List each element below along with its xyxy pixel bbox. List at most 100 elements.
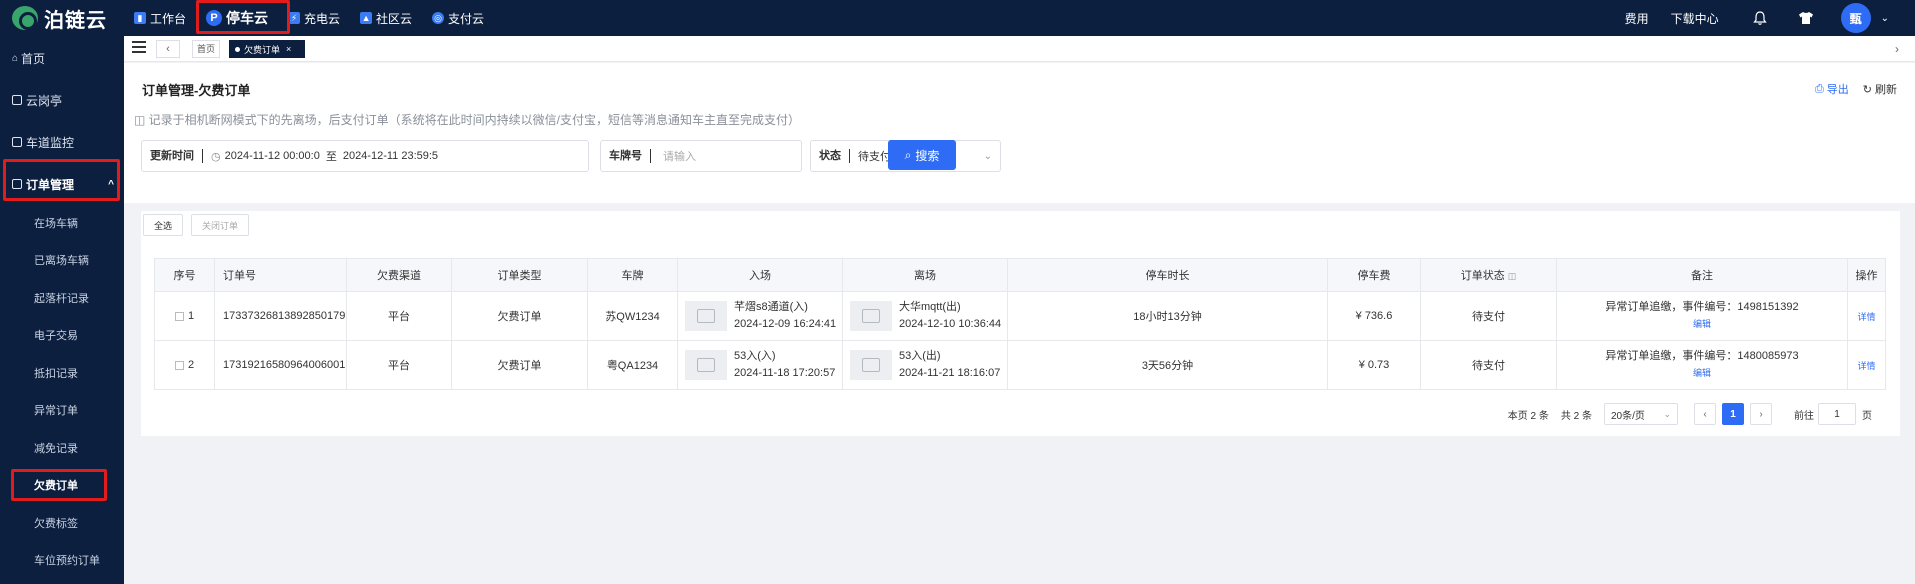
description-text: 记录于相机断网模式下的先离场，后支付订单（系统将在此时间内持续以微信/支付宝，短… — [148, 113, 801, 127]
goto-page-input[interactable]: 1 — [1818, 403, 1856, 425]
plate-input[interactable]: 请输入 — [651, 148, 696, 164]
bell-icon[interactable] — [1749, 7, 1771, 29]
channel-cell: 平台 — [346, 291, 452, 341]
column-header: 欠费渠道 — [346, 258, 452, 292]
remark-cell: 异常订单追缴，事件编号：1480085973 编辑 — [1556, 340, 1848, 390]
topnav-label: 工作台 — [150, 11, 187, 26]
prev-page-button[interactable]: ‹ — [1694, 403, 1716, 425]
payment-icon: ◎ — [432, 12, 445, 24]
export-label: 导出 — [1826, 84, 1849, 96]
brand-logo[interactable]: 泊链云 — [0, 0, 124, 36]
refresh-label: 刷新 — [1875, 84, 1897, 96]
sidebar-sub-item[interactable]: 抵扣记录 — [0, 362, 124, 384]
tab-arrears-order[interactable]: 欠费订单 × — [229, 40, 305, 58]
topnav-item-community[interactable]: ▲ 社区云 — [350, 0, 422, 36]
chevron-down-icon: ⌄ — [1663, 408, 1671, 419]
sidebar-sub-label: 抵扣记录 — [34, 368, 78, 380]
download-center-link[interactable]: 下载中心 — [1671, 10, 1719, 27]
sidebar: ⌂ 首页 云岗亭 车道监控 订单管理 ^ 在场车辆 已离场车辆 起落杆记录 电子… — [0, 36, 124, 584]
image-placeholder-icon[interactable] — [850, 301, 892, 331]
page-size-select[interactable]: 20条/页 ⌄ — [1604, 403, 1678, 425]
sidebar-sub-label: 异常订单 — [34, 405, 78, 417]
tabs-next-button[interactable]: › — [1887, 40, 1907, 58]
entry-gate: 芊熠s8通道(入) — [734, 301, 808, 313]
image-placeholder-icon[interactable] — [685, 301, 727, 331]
image-placeholder-icon[interactable] — [850, 350, 892, 380]
page-size-value: 20条/页 — [1611, 410, 1645, 422]
column-header: 订单类型 — [451, 258, 588, 292]
sidebar-sub-item[interactable]: 在场车辆 — [0, 212, 124, 234]
tab-label: 欠费订单 — [244, 44, 281, 55]
status-value: 待支付 — [858, 151, 891, 163]
tabs-prev-button[interactable]: ‹ — [156, 40, 180, 58]
topnav-label: 充电云 — [304, 11, 341, 26]
close-icon[interactable]: × — [286, 44, 291, 54]
end-time-input[interactable]: 2024-12-11 23:59:5 — [343, 150, 438, 162]
remark-text: 异常订单追缴，事件编号：1480085973 — [1605, 350, 1799, 362]
column-header-status: 订单状态 ◫ — [1420, 258, 1557, 292]
channel-cell: 平台 — [346, 340, 452, 390]
select-all-button[interactable]: 全选 — [143, 214, 184, 236]
brand-name: 泊链云 — [44, 9, 107, 32]
topnav-label: 支付云 — [448, 11, 485, 26]
detail-link[interactable]: 详情 — [1857, 361, 1875, 371]
exit-gate: 53入(出) — [899, 350, 941, 362]
plate-cell: 苏QW1234 — [587, 291, 678, 341]
search-button[interactable]: ⌕ 搜索 — [888, 140, 956, 170]
plate-cell: 粤QA1234 — [587, 340, 678, 390]
highlight-box-order-management — [3, 159, 120, 201]
row-checkbox[interactable] — [174, 311, 184, 321]
remark-edit-link[interactable]: 编辑 — [1557, 365, 1847, 382]
menu-toggle-icon[interactable] — [132, 41, 146, 55]
goto-suffix: 页 — [1862, 410, 1872, 422]
exit-gate: 大华mqtt(出) — [899, 301, 961, 313]
filter-label: 更新时间 — [142, 149, 203, 163]
tabs-bar: ‹ 首页 欠费订单 × › — [124, 36, 1915, 62]
tab-home[interactable]: 首页 — [192, 40, 220, 58]
remark-edit-link[interactable]: 编辑 — [1557, 316, 1847, 333]
image-placeholder-icon[interactable] — [685, 350, 727, 380]
page-title: 订单管理-欠费订单 — [142, 83, 251, 98]
sidebar-item-lane-monitor[interactable]: 车道监控 — [0, 131, 124, 153]
search-label: 搜索 — [915, 148, 940, 163]
logo-icon — [12, 6, 38, 30]
sidebar-sub-label: 已离场车辆 — [34, 255, 89, 267]
update-time-filter[interactable]: 更新时间 ◷ 2024-11-12 00:00:0 至 2024-12-11 2… — [141, 140, 589, 172]
column-header: 序号 — [154, 258, 215, 292]
close-order-button[interactable]: 关闭订单 — [191, 214, 250, 236]
topnav-item-payment[interactable]: ◎ 支付云 — [422, 0, 494, 36]
start-time-input[interactable]: 2024-11-12 00:00:0 — [221, 150, 320, 162]
refresh-button[interactable]: ↻ 刷新 — [1863, 81, 1897, 97]
fees-link[interactable]: 费用 — [1625, 10, 1649, 27]
top-right-tools: 费用 下载中心 甄 ⌄ — [1625, 0, 1915, 36]
action-cell: 详情 — [1847, 291, 1886, 341]
sidebar-sub-item[interactable]: 异常订单 — [0, 399, 124, 421]
sidebar-sub-item[interactable]: 起落杆记录 — [0, 287, 124, 309]
avatar[interactable]: 甄 — [1840, 3, 1871, 33]
export-button[interactable]: ⎙ 导出 — [1815, 81, 1849, 97]
sidebar-sub-item[interactable]: 车位预约订单 — [0, 549, 124, 571]
next-page-button[interactable]: › — [1750, 403, 1772, 425]
topnav-label: 社区云 — [376, 11, 413, 26]
info-icon[interactable]: ◫ — [1508, 271, 1517, 281]
page-count-text: 本页 2 条 — [1507, 410, 1549, 422]
search-icon: ⌕ — [904, 147, 912, 162]
sidebar-sub-item[interactable]: 已离场车辆 — [0, 249, 124, 271]
sidebar-item-cloud-booth[interactable]: 云岗亭 — [0, 89, 124, 111]
sidebar-sub-item[interactable]: 欠费标签 — [0, 512, 124, 534]
sidebar-item-home[interactable]: ⌂ 首页 — [0, 47, 124, 69]
detail-link[interactable]: 详情 — [1857, 312, 1875, 322]
duration-cell: 3天56分钟 — [1007, 340, 1328, 390]
row-checkbox[interactable] — [174, 360, 184, 370]
sidebar-sub-item[interactable]: 电子交易 — [0, 324, 124, 346]
sidebar-sub-item[interactable]: 减免记录 — [0, 437, 124, 459]
theme-shirt-icon[interactable] — [1795, 7, 1817, 29]
top-nav: ▮ 工作台 P 停车云 ⚡ 充电云 ▲ 社区云 ◎ 支付云 — [124, 0, 494, 36]
plate-filter[interactable]: 车牌号 请输入 — [600, 140, 802, 172]
main-panel: 全选 关闭订单 序号 订单号 欠费渠道 订单类型 车牌 入场 离场 停车时长 停… — [141, 211, 1900, 436]
exit-time: 2024-11-21 18:16:07 — [899, 367, 1001, 379]
chevron-down-icon[interactable]: ⌄ — [1881, 13, 1889, 24]
page-number-button[interactable]: 1 — [1722, 403, 1744, 425]
entry-time: 2024-11-18 17:20:57 — [734, 367, 836, 379]
topnav-item-workbench[interactable]: ▮ 工作台 — [124, 0, 196, 36]
